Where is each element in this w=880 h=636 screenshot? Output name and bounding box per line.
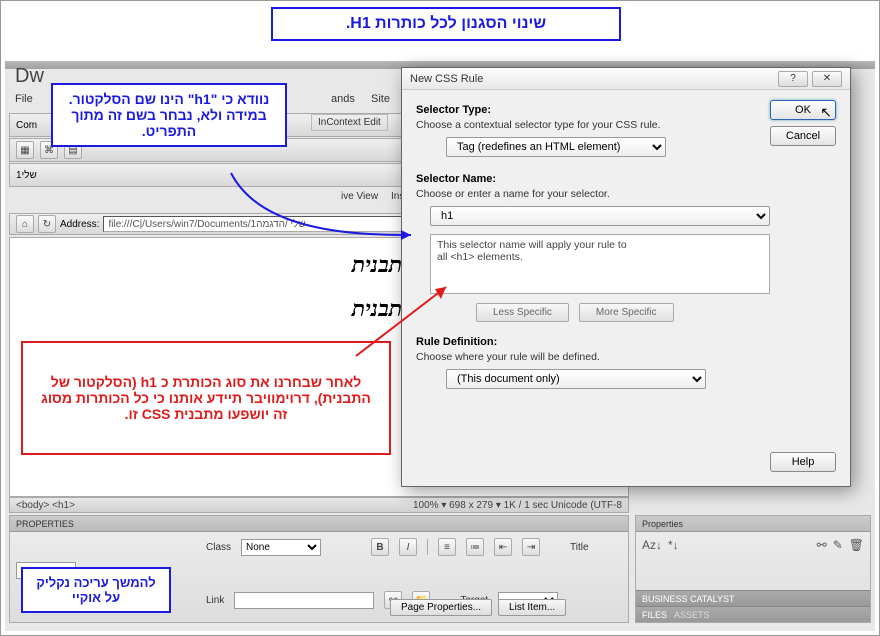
tab-business-catalyst[interactable]: BUSINESS CATALYST: [636, 590, 870, 606]
cancel-button[interactable]: Cancel: [770, 126, 836, 146]
list-ul-icon[interactable]: ≡: [438, 538, 456, 556]
tag-selector[interactable]: <body> <h1>: [16, 500, 75, 511]
selector-type-dropdown[interactable]: Tag (redefines an HTML element): [446, 137, 666, 157]
status-info: 100% ▾ 698 x 279 ▾ 1K / 1 sec Unicode (U…: [413, 500, 622, 511]
tab-files[interactable]: FILES: [642, 610, 667, 620]
menu-commands[interactable]: ands: [331, 93, 355, 105]
sort-az-icon[interactable]: Az↓: [642, 538, 662, 552]
list-ol-icon[interactable]: ≔: [466, 538, 484, 556]
rule-definition-sub: Choose where your rule will be defined.: [416, 351, 836, 363]
status-bar: <body> <h1> 100% ▾ 698 x 279 ▾ 1K / 1 se…: [9, 497, 629, 513]
new-css-rule-dialog: New CSS Rule ? ✕ Selector Type: Choose a…: [401, 67, 851, 487]
rule-definition-label: Rule Definition:: [416, 336, 836, 348]
home-icon[interactable]: ⌂: [16, 215, 34, 233]
reload-icon[interactable]: ↻: [38, 215, 56, 233]
app-title: Dw: [15, 65, 44, 88]
annotation-top: שינוי הסגנון לכל כותרות H1.: [271, 7, 621, 41]
selector-name-sub: Choose or enter a name for your selector…: [416, 188, 836, 200]
menu-site[interactable]: Site: [371, 93, 390, 105]
side-properties-header[interactable]: Properties: [636, 516, 870, 532]
menu-file[interactable]: File: [15, 93, 33, 111]
rule-definition-dropdown[interactable]: (This document only): [446, 369, 706, 389]
annotation-h1-selector: נוודא כי "h1" הינו שם הסלקטור. במידה ולא…: [51, 83, 287, 147]
trash-icon[interactable]: 🗑: [849, 538, 864, 552]
address-label: Address:: [60, 219, 99, 230]
selector-preview-text: This selector name will apply your rule …: [430, 234, 770, 294]
annotation-preview: לאחר שבחרנו את סוג הכותרת כ h1 (הסלקטור …: [21, 341, 391, 455]
tab-assets[interactable]: ASSETS: [674, 610, 710, 620]
title-label: Title: [570, 542, 589, 553]
less-specific-button[interactable]: Less Specific: [476, 303, 569, 322]
selector-name-dropdown[interactable]: h1: [430, 206, 770, 226]
italic-icon[interactable]: I: [399, 538, 417, 556]
list-item-button[interactable]: List Item...: [498, 599, 566, 616]
indent-icon[interactable]: ⇥: [522, 538, 540, 556]
selector-name-label: Selector Name:: [416, 173, 836, 185]
cursor-icon: ↖: [820, 104, 832, 121]
page-properties-button[interactable]: Page Properties...: [390, 599, 492, 616]
tab-common[interactable]: Com: [16, 120, 37, 131]
bold-icon[interactable]: B: [371, 538, 389, 556]
side-panel: Properties Az↓ *↓ ⚯ ✎ 🗑 BUSINESS CATALYS…: [635, 515, 871, 623]
more-specific-button[interactable]: More Specific: [579, 303, 674, 322]
properties-header[interactable]: PROPERTIES: [10, 516, 628, 532]
sort-star-icon[interactable]: *↓: [668, 538, 679, 552]
class-select[interactable]: None: [241, 539, 321, 556]
tab-incontext[interactable]: InContext Edit: [311, 114, 388, 131]
outdent-icon[interactable]: ⇤: [494, 538, 512, 556]
dialog-titlebar[interactable]: New CSS Rule ? ✕: [402, 68, 850, 90]
link-input[interactable]: [234, 592, 374, 609]
annotation-click-ok: להמשך עריכה נקליק על אוקיי: [21, 567, 171, 613]
tab-files-assets[interactable]: FILES ASSETS: [636, 606, 870, 622]
help-button[interactable]: Help: [770, 452, 836, 472]
btn-liveview[interactable]: ive View: [341, 191, 378, 202]
dialog-help-icon[interactable]: ?: [778, 71, 808, 87]
dialog-title: New CSS Rule: [410, 73, 483, 85]
tab-sheli[interactable]: שלי1: [16, 170, 37, 181]
new-rule-icon[interactable]: ✎: [833, 538, 843, 552]
insert-icon[interactable]: ▦: [16, 141, 34, 159]
link-icon[interactable]: ⚯: [817, 538, 827, 552]
class-label: Class: [206, 542, 231, 553]
close-icon[interactable]: ✕: [812, 71, 842, 87]
link-label: Link: [206, 595, 224, 606]
